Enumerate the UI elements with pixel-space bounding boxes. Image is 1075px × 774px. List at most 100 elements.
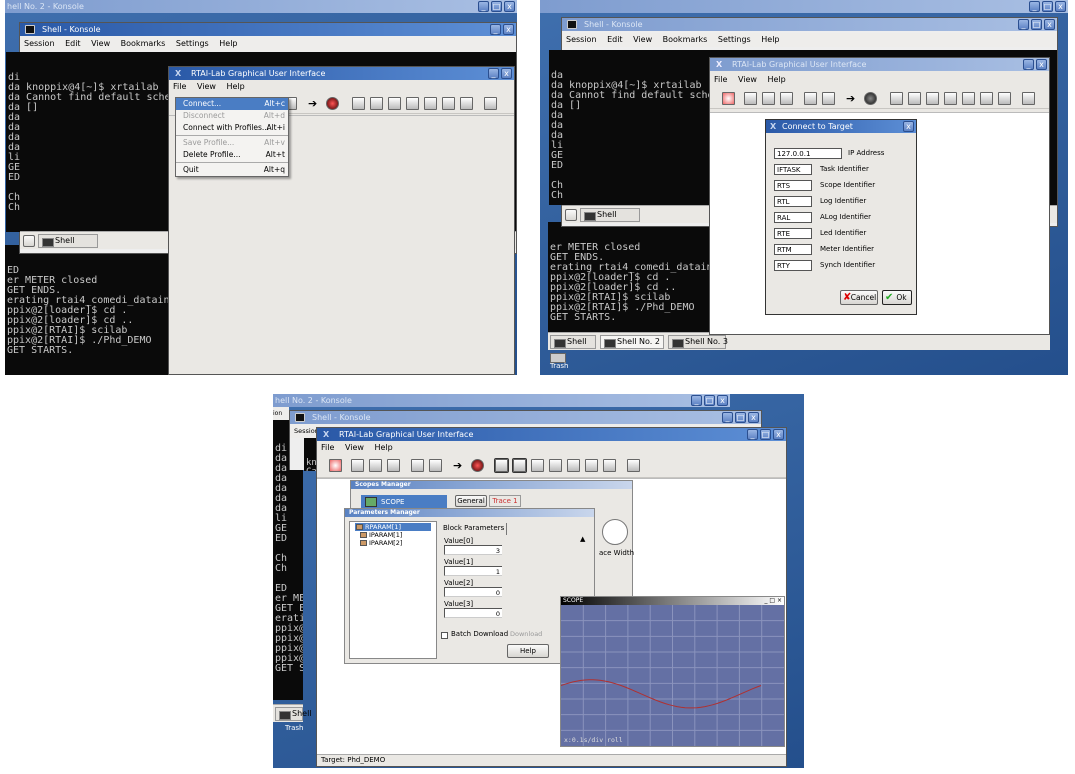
toolbar-icon[interactable] (762, 92, 775, 105)
identifier-input[interactable]: IFTASK (774, 164, 812, 175)
value-input[interactable]: 0 (444, 587, 502, 597)
menu-help[interactable]: Help (370, 443, 396, 452)
scroll-up-arrow[interactable]: ▲ (580, 535, 585, 543)
scope-titlebar[interactable]: SCOPE _ □ × (561, 597, 784, 605)
toolbar-icon[interactable] (429, 459, 442, 472)
minimize-icon[interactable]: _ (691, 395, 702, 406)
tree-item[interactable]: IPARAM[1] (359, 531, 402, 539)
identifier-input[interactable]: RTE (774, 228, 812, 239)
new-tab-button[interactable] (23, 235, 35, 247)
connect-icon[interactable] (329, 459, 342, 472)
file-menu-item[interactable]: Save Profile... Alt+v (176, 137, 288, 149)
rtai-titlebar[interactable]: X RTAI-Lab Graphical User Interface _ x (710, 58, 1049, 71)
close-icon[interactable]: x (717, 395, 728, 406)
toolbar-icon[interactable] (804, 92, 817, 105)
stop-icon[interactable] (471, 459, 484, 472)
maximize-icon[interactable]: □ (760, 429, 771, 440)
menu-help[interactable]: Help (763, 75, 789, 84)
synch-icon[interactable] (585, 459, 598, 472)
identifier-input[interactable]: RTM (774, 244, 812, 255)
konsole-shell-titlebar[interactable]: Shell - Konsole _ □ x (290, 411, 761, 424)
close-icon[interactable]: x (1036, 59, 1047, 70)
terminal-shell2[interactable]: ED er METER closed GET ENDS. erating rtai4_… (5, 245, 180, 375)
tab-shell[interactable]: Shell (550, 335, 596, 349)
close-icon[interactable]: x (1044, 19, 1055, 30)
help-button[interactable]: Help (507, 644, 549, 658)
close-icon[interactable]: x (503, 24, 514, 35)
file-menu-item[interactable]: Connect... Alt+c (176, 98, 288, 110)
minimize-icon[interactable]: _ (1029, 1, 1040, 12)
identifier-input[interactable]: 127.0.0.1 (774, 148, 842, 159)
log-manager-icon[interactable] (962, 92, 975, 105)
menu-session[interactable]: Session (562, 35, 601, 44)
window-controls-icon[interactable]: _ □ × (764, 597, 782, 605)
tab-shell-no-3[interactable]: Shell No. 3 (668, 335, 728, 349)
konsole-shell2-titlebar[interactable]: hell No. 2 - Konsole _ □ x (5, 0, 517, 13)
toolbar-icon[interactable] (351, 459, 364, 472)
maximize-icon[interactable]: □ (1031, 19, 1042, 30)
menu-help[interactable]: Help (222, 82, 248, 91)
stop-icon[interactable] (326, 97, 339, 110)
arrow-right-icon[interactable]: ➔ (453, 459, 466, 472)
close-icon[interactable]: x (501, 68, 512, 79)
tab-shell-no-2[interactable]: Shell No. 2 (600, 335, 664, 349)
parameters-icon[interactable] (549, 459, 562, 472)
maximize-icon[interactable]: □ (491, 1, 502, 12)
connect-icon[interactable] (722, 92, 735, 105)
maximize-icon[interactable]: □ (735, 412, 746, 423)
tree-item[interactable]: RPARAM[1] (355, 523, 431, 531)
toolbar-icon[interactable] (822, 92, 835, 105)
save-icon[interactable] (627, 459, 640, 472)
menu-help[interactable]: Help (757, 35, 783, 44)
led-manager-icon[interactable] (531, 459, 544, 472)
tab-general[interactable]: General (455, 495, 487, 507)
scope-manager-icon[interactable] (352, 97, 365, 110)
minimize-icon[interactable]: _ (1023, 59, 1034, 70)
toolbar-icon[interactable] (780, 92, 793, 105)
identifier-input[interactable]: RTY (774, 260, 812, 271)
menu-session[interactable]: Session (20, 39, 59, 48)
batch-download-checkbox[interactable] (441, 632, 448, 639)
close-icon[interactable]: x (504, 1, 515, 12)
meter-manager-icon[interactable] (908, 92, 921, 105)
toolbar-icon[interactable] (411, 459, 424, 472)
meter-manager-icon[interactable] (512, 458, 527, 473)
konsole-shell-titlebar[interactable]: Shell - Konsole _ □ x (562, 18, 1057, 31)
alog-icon[interactable] (460, 97, 473, 110)
konsole-shell2-titlebar[interactable]: _ □ x (540, 0, 1068, 13)
value-input[interactable]: 3 (444, 545, 502, 555)
file-menu-item[interactable]: Delete Profile... Alt+t (176, 149, 288, 161)
scope-list-item[interactable]: SCOPE (381, 498, 405, 506)
rtai-titlebar[interactable]: X RTAI-Lab Graphical User Interface _ x (169, 67, 514, 80)
konsole-shell-titlebar[interactable]: Shell - Konsole _ x (20, 23, 516, 36)
rtai-titlebar[interactable]: X RTAI-Lab Graphical User Interface _ □ … (317, 428, 786, 441)
close-icon[interactable]: x (1055, 1, 1066, 12)
minimize-icon[interactable]: _ (1018, 19, 1029, 30)
menu-view[interactable]: View (341, 443, 368, 452)
alog-icon[interactable] (603, 459, 616, 472)
minimize-icon[interactable]: _ (488, 68, 499, 79)
save-icon[interactable] (484, 97, 497, 110)
minimize-icon[interactable]: _ (747, 429, 758, 440)
tab-shell[interactable]: Shell (38, 234, 98, 248)
menu-file[interactable]: File (710, 75, 731, 84)
menu-settings[interactable]: Settings (714, 35, 755, 44)
minimize-icon[interactable]: _ (478, 1, 489, 12)
identifier-input[interactable]: RTL (774, 196, 812, 207)
close-icon[interactable]: x (773, 429, 784, 440)
close-icon[interactable]: x (748, 412, 759, 423)
ok-button[interactable]: ✔ Ok (882, 290, 912, 305)
toolbar-icon[interactable] (369, 459, 382, 472)
file-menu-item[interactable]: Connect with Profiles... Alt+i (176, 122, 288, 134)
arrow-right-icon[interactable]: ➔ (846, 92, 859, 105)
scope-manager-icon[interactable] (494, 458, 509, 473)
menu-view[interactable]: View (734, 75, 761, 84)
tab-block-parameters[interactable]: Block Parameters (443, 523, 508, 535)
arrow-right-icon[interactable]: ➔ (308, 97, 321, 110)
menu-file[interactable]: File (169, 82, 190, 91)
log-manager-icon[interactable] (567, 459, 580, 472)
maximize-icon[interactable]: □ (1042, 1, 1053, 12)
minimize-icon[interactable]: _ (490, 24, 501, 35)
close-icon[interactable]: x (903, 121, 914, 132)
parameters-icon[interactable] (944, 92, 957, 105)
